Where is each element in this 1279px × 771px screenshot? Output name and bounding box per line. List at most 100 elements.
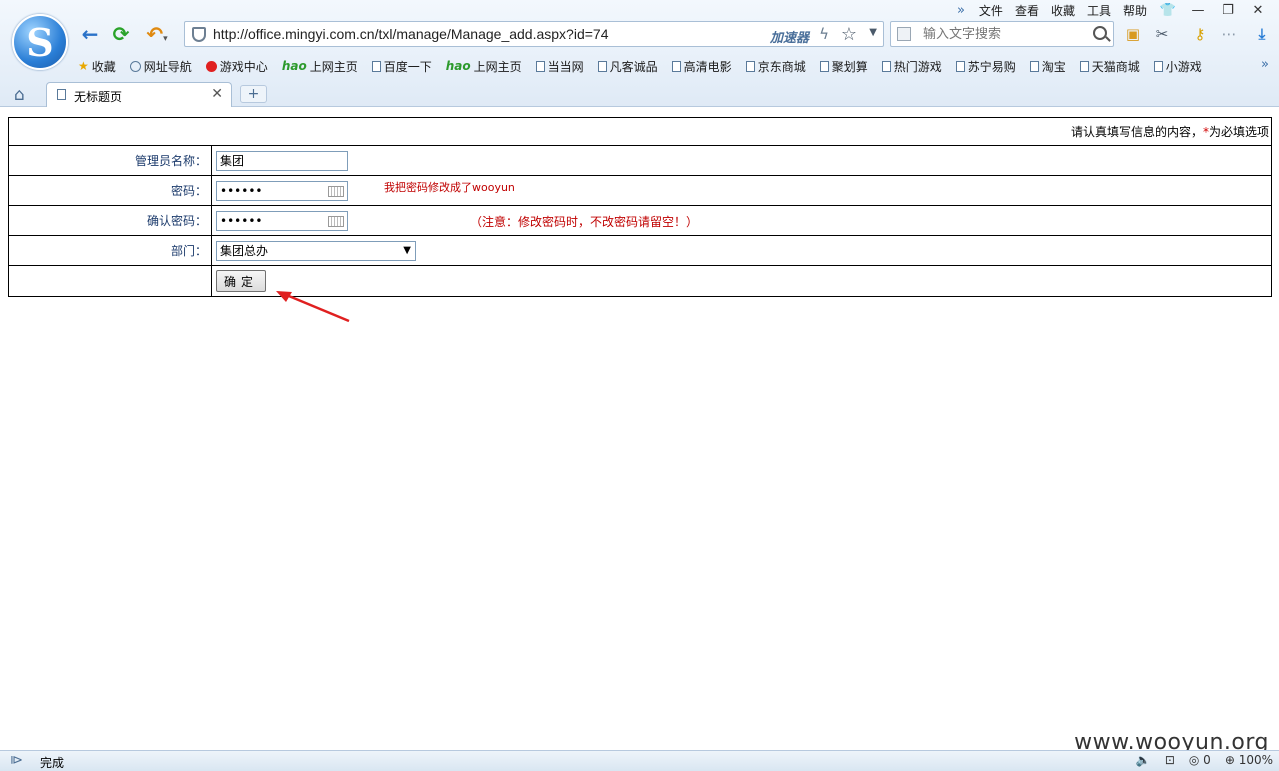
browser-logo: S <box>12 14 68 70</box>
fav-item[interactable]: 热门游戏 <box>881 58 942 75</box>
toolbox-icon[interactable]: ⊡ <box>1165 753 1175 767</box>
volume-icon[interactable]: 🔈 <box>1136 753 1151 767</box>
back-button[interactable]: ← <box>78 22 102 46</box>
red-arrow-annotation <box>276 291 350 323</box>
tab-active[interactable]: 无标题页 ✕ <box>46 82 232 107</box>
bolt-icon[interactable]: ϟ <box>819 25 829 43</box>
close-icon[interactable]: ✕ <box>211 86 223 102</box>
status-text: 完成 <box>40 756 65 770</box>
password-hint: （注意：修改密码时，不改密码请留空！） <box>470 215 699 229</box>
fav-item[interactable]: 高清电影 <box>671 58 732 75</box>
form-header-row: 请认真填写信息的内容，*为必填选项 <box>8 117 1272 146</box>
page-icon <box>535 60 545 72</box>
home-icon[interactable]: ⌂ <box>14 85 25 105</box>
menu-tools[interactable]: 工具 <box>1087 2 1111 19</box>
shield-icon <box>192 27 206 42</box>
form-header: 请认真填写信息的内容，*为必填选项 <box>8 117 1272 146</box>
admin-name-label: 管理员名称： <box>8 145 212 176</box>
submit-button[interactable]: 确定 <box>216 270 266 292</box>
page-icon <box>819 60 829 72</box>
search-input[interactable] <box>923 25 1083 43</box>
star-icon: ★ <box>78 59 89 73</box>
menu-expand-icon[interactable]: » <box>957 3 965 18</box>
page-icon <box>1079 60 1089 72</box>
favorites-more-icon[interactable]: » <box>1261 57 1269 72</box>
more-icon[interactable]: ⋯ <box>1219 24 1239 44</box>
new-tab-button[interactable]: + <box>240 85 267 103</box>
tab-bar: ⌂ 无标题页 ✕ + <box>0 82 1279 107</box>
fav-item[interactable]: 淘宝 <box>1029 58 1066 75</box>
fav-item[interactable]: 聚划算 <box>819 58 868 75</box>
fav-item[interactable]: 小游戏 <box>1153 58 1202 75</box>
favorites-bar: ★ 收藏 网址导航 游戏中心 hao 上网主页 百度一下 hao 上网主页 当当网 凡… <box>78 56 1216 76</box>
skin-icon[interactable]: 👕 <box>1159 3 1177 18</box>
password-label: 密码： <box>8 175 212 206</box>
restore-button[interactable]: ❐ <box>1219 3 1237 18</box>
department-cell: 集团总办 ▼ <box>211 235 1272 266</box>
close-window-button[interactable]: ✕ <box>1249 3 1267 18</box>
fav-item[interactable]: ★ 收藏 <box>78 58 116 75</box>
form-row-submit: 确定 <box>8 265 1272 297</box>
form-row-password: 密码： <box>8 175 1272 206</box>
zoom-control[interactable]: ⊕ 100% <box>1225 753 1273 767</box>
fav-item[interactable]: 天猫商城 <box>1079 58 1140 75</box>
accelerator-label[interactable]: 加速器 <box>770 27 809 46</box>
page-icon <box>1153 60 1163 72</box>
tab-title: 无标题页 <box>74 90 123 104</box>
hao-icon: hao <box>281 59 307 73</box>
page-icon <box>1029 60 1039 72</box>
page-icon <box>371 60 381 72</box>
password-annotation: 我把密码修改成了wooyun <box>384 181 515 194</box>
collect-icon[interactable]: ▣ <box>1123 24 1143 44</box>
fav-item[interactable]: 京东商城 <box>745 58 806 75</box>
scissors-icon[interactable]: ✂ <box>1152 24 1172 44</box>
chevron-down-icon[interactable]: ▼ <box>869 27 877 38</box>
fav-item[interactable]: hao 上网主页 <box>282 58 358 75</box>
fav-item[interactable]: 苏宁易购 <box>955 58 1016 75</box>
submit-cell: 确定 <box>211 265 1272 297</box>
fav-item[interactable]: 当当网 <box>535 58 584 75</box>
url-text[interactable]: http://office.mingyi.com.cn/txl/manage/M… <box>213 26 608 42</box>
admin-form-table: 请认真填写信息的内容，*为必填选项 管理员名称： 密码： 确认密码： 部门： 集… <box>8 117 1272 297</box>
admin-name-input[interactable] <box>216 150 348 171</box>
page-icon <box>57 89 66 100</box>
counter-badge[interactable]: ◎ 0 <box>1189 753 1211 767</box>
menu-file[interactable]: 文件 <box>979 2 1003 19</box>
menu-view[interactable]: 查看 <box>1015 2 1039 19</box>
download-icon[interactable]: ⤓ <box>1252 24 1272 44</box>
submit-label-cell <box>8 265 212 297</box>
admin-name-cell <box>211 145 1272 176</box>
menu-help[interactable]: 帮助 <box>1123 2 1147 19</box>
page-icon <box>597 60 607 72</box>
globe-icon <box>129 60 141 72</box>
menu-bar: » 文件 查看 收藏 工具 帮助 👕 — ❐ ✕ <box>957 2 1273 18</box>
fav-item[interactable]: 网址导航 <box>129 58 192 75</box>
search-box[interactable] <box>890 21 1114 47</box>
fav-item[interactable]: 百度一下 <box>371 58 432 75</box>
keyboard-icon[interactable] <box>328 185 344 197</box>
sidebar-toggle-icon[interactable]: ⧐ <box>10 753 23 768</box>
minimize-button[interactable]: — <box>1189 3 1207 18</box>
page-content: 请认真填写信息的内容，*为必填选项 管理员名称： 密码： 确认密码： 部门： 集… <box>0 108 1279 755</box>
page-icon <box>745 60 755 72</box>
page-icon <box>955 60 965 72</box>
department-label: 部门： <box>8 235 212 266</box>
department-select[interactable]: 集团总办 ▼ <box>216 240 416 261</box>
search-icon[interactable] <box>1093 26 1107 40</box>
fav-item[interactable]: 游戏中心 <box>205 58 268 75</box>
search-engine-icon[interactable] <box>897 27 911 41</box>
key-icon[interactable]: ⚷ <box>1190 24 1210 44</box>
bookmark-star-icon[interactable]: ☆ <box>841 24 857 45</box>
form-row-department: 部门： 集团总办 ▼ <box>8 235 1272 266</box>
refresh-button[interactable]: ⟳ <box>109 22 133 46</box>
undo-close-button[interactable]: ↶▾ <box>141 22 173 46</box>
fav-item[interactable]: hao 上网主页 <box>446 58 522 75</box>
address-bar[interactable]: http://office.mingyi.com.cn/txl/manage/M… <box>184 21 884 47</box>
menu-favorites[interactable]: 收藏 <box>1051 2 1075 19</box>
keyboard-icon[interactable] <box>328 215 344 227</box>
status-bar: ⧐ 完成 🔈 ⊡ ◎ 0 ⊕ 100% <box>0 750 1279 771</box>
page-icon <box>881 60 891 72</box>
fav-item[interactable]: 凡客诚品 <box>597 58 658 75</box>
status-right: 🔈 ⊡ ◎ 0 ⊕ 100% <box>1122 753 1273 767</box>
page-icon <box>671 60 681 72</box>
